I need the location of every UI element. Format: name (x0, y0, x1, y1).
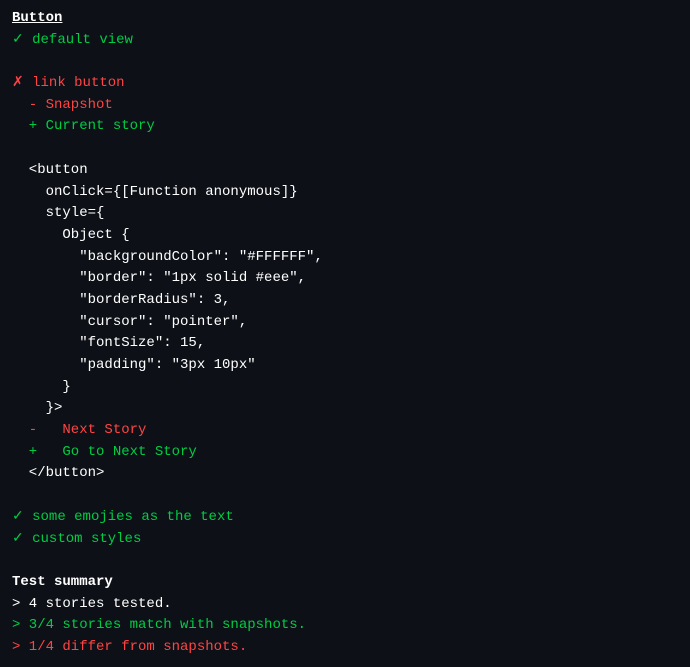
link-button-fail: ✗ link button (12, 73, 678, 95)
style-attr-close: }> (12, 398, 678, 420)
border-radius-prop: "borderRadius": 3, (12, 290, 678, 312)
stories-differ: > 1/4 differ from snapshots. (12, 637, 678, 659)
emojies-pass: ✓ some emojies as the text (12, 507, 678, 529)
border-prop: "border": "1px solid #eee", (12, 268, 678, 290)
cursor-prop: "cursor": "pointer", (12, 312, 678, 334)
stories-match: > 3/4 stories match with snapshots. (12, 615, 678, 637)
font-size-prop: "fontSize": 15, (12, 333, 678, 355)
title: Button (12, 8, 678, 30)
snapshot-removed: - Snapshot (12, 95, 678, 117)
next-story-removed: - Next Story (12, 420, 678, 442)
test-summary-title: Test summary (12, 572, 678, 594)
onclick-attr: onClick={[Function anonymous]} (12, 182, 678, 204)
bg-color-prop: "backgroundColor": "#FFFFFF", (12, 247, 678, 269)
go-to-next-story-added: + Go to Next Story (12, 442, 678, 464)
button-tag-open: <button (12, 160, 678, 182)
style-attr-open: style={ (12, 203, 678, 225)
object-close: } (12, 377, 678, 399)
button-tag-close: </button> (12, 463, 678, 485)
default-view: ✓ default view (12, 30, 678, 52)
padding-prop: "padding": "3px 10px" (12, 355, 678, 377)
object-open: Object { (12, 225, 678, 247)
current-story-added: + Current story (12, 116, 678, 138)
custom-styles-pass: ✓ custom styles (12, 529, 678, 551)
stories-tested: > 4 stories tested. (12, 594, 678, 616)
